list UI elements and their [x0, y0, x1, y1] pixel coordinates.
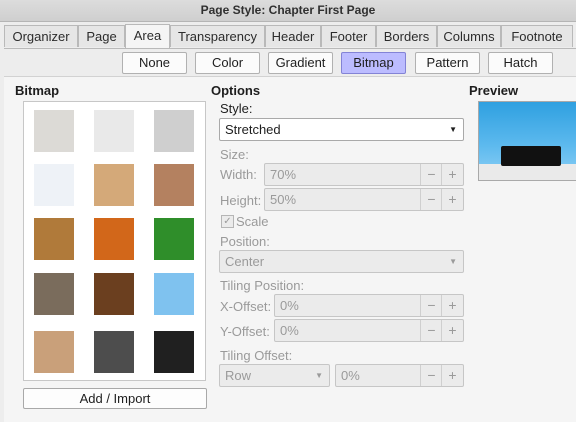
x-offset-decrement-button[interactable]: − [420, 295, 442, 316]
tab-header[interactable]: Header [265, 25, 321, 47]
fill-pattern-button[interactable]: Pattern [415, 52, 480, 74]
fill-hatch-button[interactable]: Hatch [488, 52, 553, 74]
position-select[interactable]: Center ▼ [219, 250, 464, 273]
y-offset-decrement-button[interactable]: − [420, 320, 442, 341]
tiling-offset-increment-button[interactable]: + [441, 365, 463, 386]
style-label: Style: [220, 101, 253, 116]
y-offset-increment-button[interactable]: + [441, 320, 463, 341]
tab-footnote[interactable]: Footnote [501, 25, 573, 47]
scale-checkbox[interactable]: ✓ [221, 215, 234, 228]
height-increment-button[interactable]: + [441, 189, 463, 210]
coffee-beans-tile[interactable] [94, 273, 134, 315]
width-increment-button[interactable]: + [441, 164, 463, 185]
width-spinbox[interactable]: 70% − + [264, 163, 464, 186]
preview-heading: Preview [469, 83, 519, 98]
tiling-offset-spinbox[interactable]: 0% − + [335, 364, 464, 387]
x-offset-label: X-Offset: [220, 299, 272, 314]
preview-image [478, 101, 576, 181]
chevron-down-icon: ▼ [449, 125, 457, 134]
window-title: Page Style: Chapter First Page [0, 0, 576, 22]
paper-tile[interactable] [34, 110, 74, 152]
autumn-leaves-tile[interactable] [94, 218, 134, 260]
white-paper-tile[interactable] [94, 110, 134, 152]
tab-borders[interactable]: Borders [376, 25, 437, 47]
x-offset-spinbox[interactable]: 0% − + [274, 294, 464, 317]
width-label: Width: [220, 167, 257, 182]
x-offset-value: 0% [280, 298, 299, 313]
tiling-position-label: Tiling Position: [220, 278, 305, 293]
wood-tile[interactable] [34, 218, 74, 260]
height-spinbox[interactable]: 50% − + [264, 188, 464, 211]
height-label: Height: [220, 193, 262, 208]
color-squares-tile[interactable] [34, 331, 74, 373]
y-offset-label: Y-Offset: [220, 324, 270, 339]
grid-paper-tile[interactable] [34, 164, 74, 206]
parchment-tile[interactable] [94, 164, 134, 206]
width-value: 70% [270, 167, 297, 182]
tiling-offset-value: 0% [341, 368, 360, 383]
position-value: Center [225, 254, 265, 269]
fill-gradient-button[interactable]: Gradient [268, 52, 333, 74]
tab-area[interactable]: Area [125, 24, 170, 48]
tab-bar: Organizer Page Area Transparency Header … [4, 24, 576, 49]
height-decrement-button[interactable]: − [420, 189, 442, 210]
tiling-offset-mode-value: Row [225, 368, 252, 383]
y-offset-spinbox[interactable]: 0% − + [274, 319, 464, 342]
chevron-down-icon: ▼ [449, 257, 457, 266]
y-offset-value: 0% [280, 323, 299, 338]
preview-table-surface [479, 164, 576, 180]
tab-organizer[interactable]: Organizer [4, 25, 78, 47]
tab-page[interactable]: Page [78, 25, 125, 47]
bitmap-heading: Bitmap [15, 83, 60, 98]
width-decrement-button[interactable]: − [420, 164, 442, 185]
options-heading: Options [211, 83, 261, 98]
tiling-offset-label: Tiling Offset: [220, 348, 293, 363]
tab-footer[interactable]: Footer [321, 25, 376, 47]
fill-none-button[interactable]: None [122, 52, 187, 74]
stone-tile[interactable] [94, 331, 134, 373]
zebra-tile[interactable] [154, 331, 194, 373]
crumpled-paper-tile[interactable] [154, 110, 194, 152]
preview-laptop [501, 146, 561, 166]
add-import-button[interactable]: Add / Import [23, 388, 207, 409]
grass-tile[interactable] [154, 218, 194, 260]
bitmap-gallery [23, 101, 206, 381]
fill-color-button[interactable]: Color [195, 52, 260, 74]
tab-columns[interactable]: Columns [437, 25, 501, 47]
scale-label: Scale [236, 214, 269, 229]
x-offset-increment-button[interactable]: + [441, 295, 463, 316]
style-select[interactable]: Stretched ▼ [219, 118, 464, 141]
pebbles-tile[interactable] [34, 273, 74, 315]
height-value: 50% [270, 192, 297, 207]
tab-transparency[interactable]: Transparency [170, 25, 265, 47]
wood-planks-tile[interactable] [154, 164, 194, 206]
tiling-offset-mode-select[interactable]: Row ▼ [219, 364, 330, 387]
chevron-down-icon: ▼ [315, 371, 323, 380]
tiling-offset-decrement-button[interactable]: − [420, 365, 442, 386]
size-label: Size: [220, 147, 249, 162]
sky-clouds-tile[interactable] [154, 273, 194, 315]
fill-bitmap-button[interactable]: Bitmap [341, 52, 406, 74]
style-value: Stretched [225, 122, 281, 137]
position-label: Position: [220, 234, 270, 249]
